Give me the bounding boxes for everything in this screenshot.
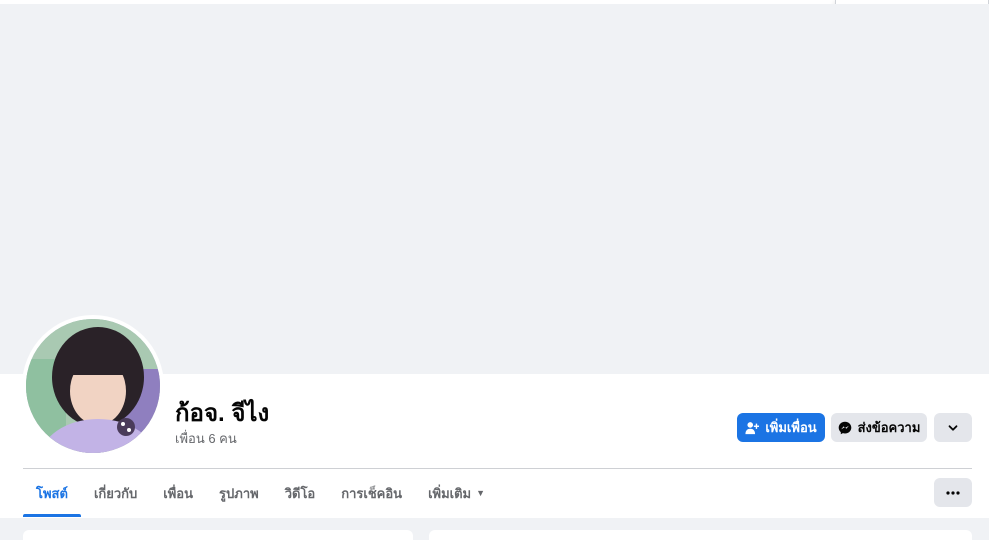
posts-card (429, 530, 972, 540)
tab-check-ins[interactable]: การเช็คอิน (328, 469, 415, 517)
chevron-down-icon (948, 424, 958, 431)
profile-content (0, 518, 989, 540)
intro-card (23, 530, 413, 540)
caret-down-icon: ▼ (476, 488, 486, 498)
profile-name: ก้อจ. จีไง (175, 400, 270, 427)
more-options-button[interactable] (934, 478, 972, 507)
send-message-button[interactable]: ส่งข้อความ (831, 413, 927, 442)
tab-about[interactable]: เกี่ยวกับ (81, 469, 150, 517)
tab-label: โพสต์ (36, 485, 68, 501)
more-dots-icon (946, 490, 960, 495)
cover-photo-area[interactable] (0, 4, 989, 374)
person-add-icon (745, 421, 760, 434)
add-friend-label: เพิ่มเพื่อน (765, 420, 817, 435)
tab-friends[interactable]: เพื่อน (150, 469, 206, 517)
tab-label: วิดีโอ (284, 485, 316, 501)
messenger-icon (838, 421, 851, 434)
tab-label: การเช็คอิน (341, 485, 403, 501)
friends-count[interactable]: เพื่อน 6 คน (175, 428, 237, 449)
send-message-label: ส่งข้อความ (857, 420, 921, 435)
tab-label: เพิ่มเติม (428, 485, 472, 501)
profile-avatar[interactable] (26, 319, 160, 453)
avatar-image (26, 319, 160, 453)
tab-label: เพื่อน (163, 485, 194, 501)
tab-posts[interactable]: โพสต์ (23, 469, 81, 517)
tab-label: เกี่ยวกับ (93, 485, 138, 501)
tab-photos[interactable]: รูปภาพ (206, 469, 272, 517)
tab-label: รูปภาพ (219, 485, 259, 501)
profile-tabs: โพสต์ เกี่ยวกับ เพื่อน รูปภาพ วิดีโอ การ… (23, 469, 498, 517)
add-friend-button[interactable]: เพิ่มเพื่อน (737, 413, 825, 442)
tab-videos[interactable]: วิดีโอ (272, 469, 329, 517)
tab-more[interactable]: เพิ่มเติม ▼ (415, 469, 498, 517)
profile-options-button[interactable] (934, 413, 972, 442)
